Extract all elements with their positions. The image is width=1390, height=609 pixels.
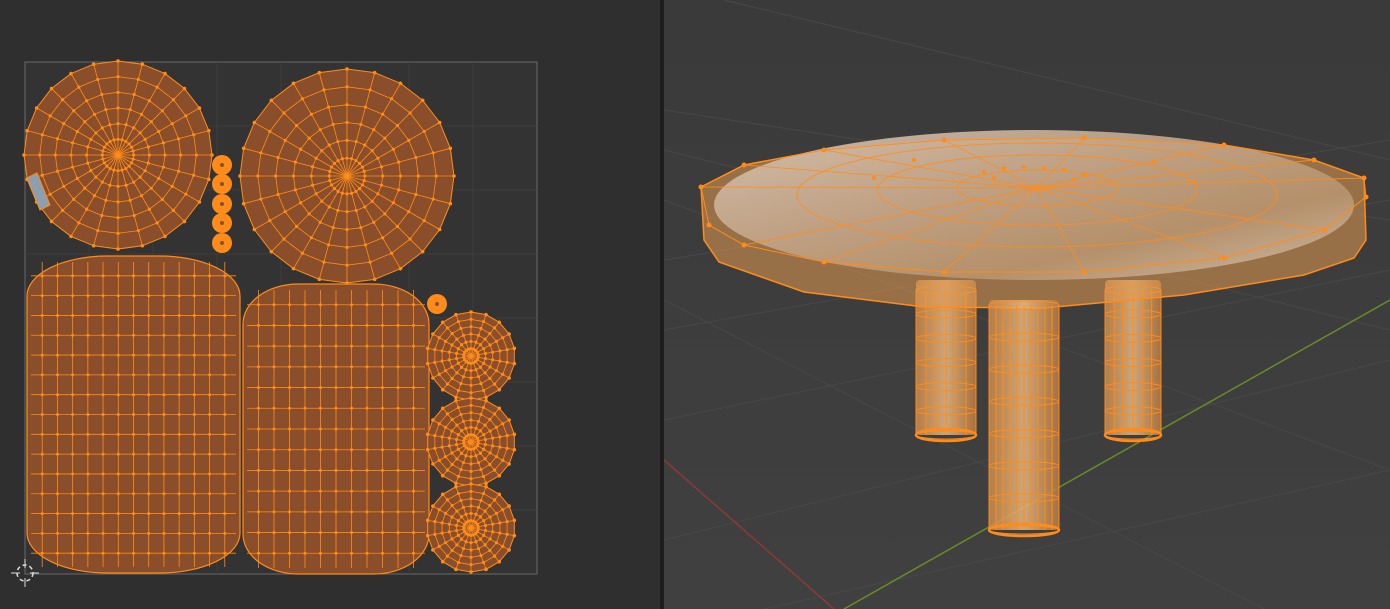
uv-canvas[interactable] (0, 0, 660, 609)
table-leg-right[interactable] (1103, 280, 1163, 443)
3d-viewport[interactable] (664, 0, 1390, 609)
table-top[interactable] (698, 130, 1369, 309)
viewport-canvas[interactable] (664, 0, 1390, 609)
table-leg-front[interactable] (987, 300, 1061, 538)
uv-island-top-disc-b[interactable] (238, 67, 456, 285)
uv-editor[interactable] (0, 0, 660, 609)
uv-island-side-strip-a[interactable] (26, 255, 241, 574)
uv-island-top-disc-a[interactable] (22, 59, 214, 251)
uv-island-side-strip-b[interactable] (242, 283, 430, 575)
